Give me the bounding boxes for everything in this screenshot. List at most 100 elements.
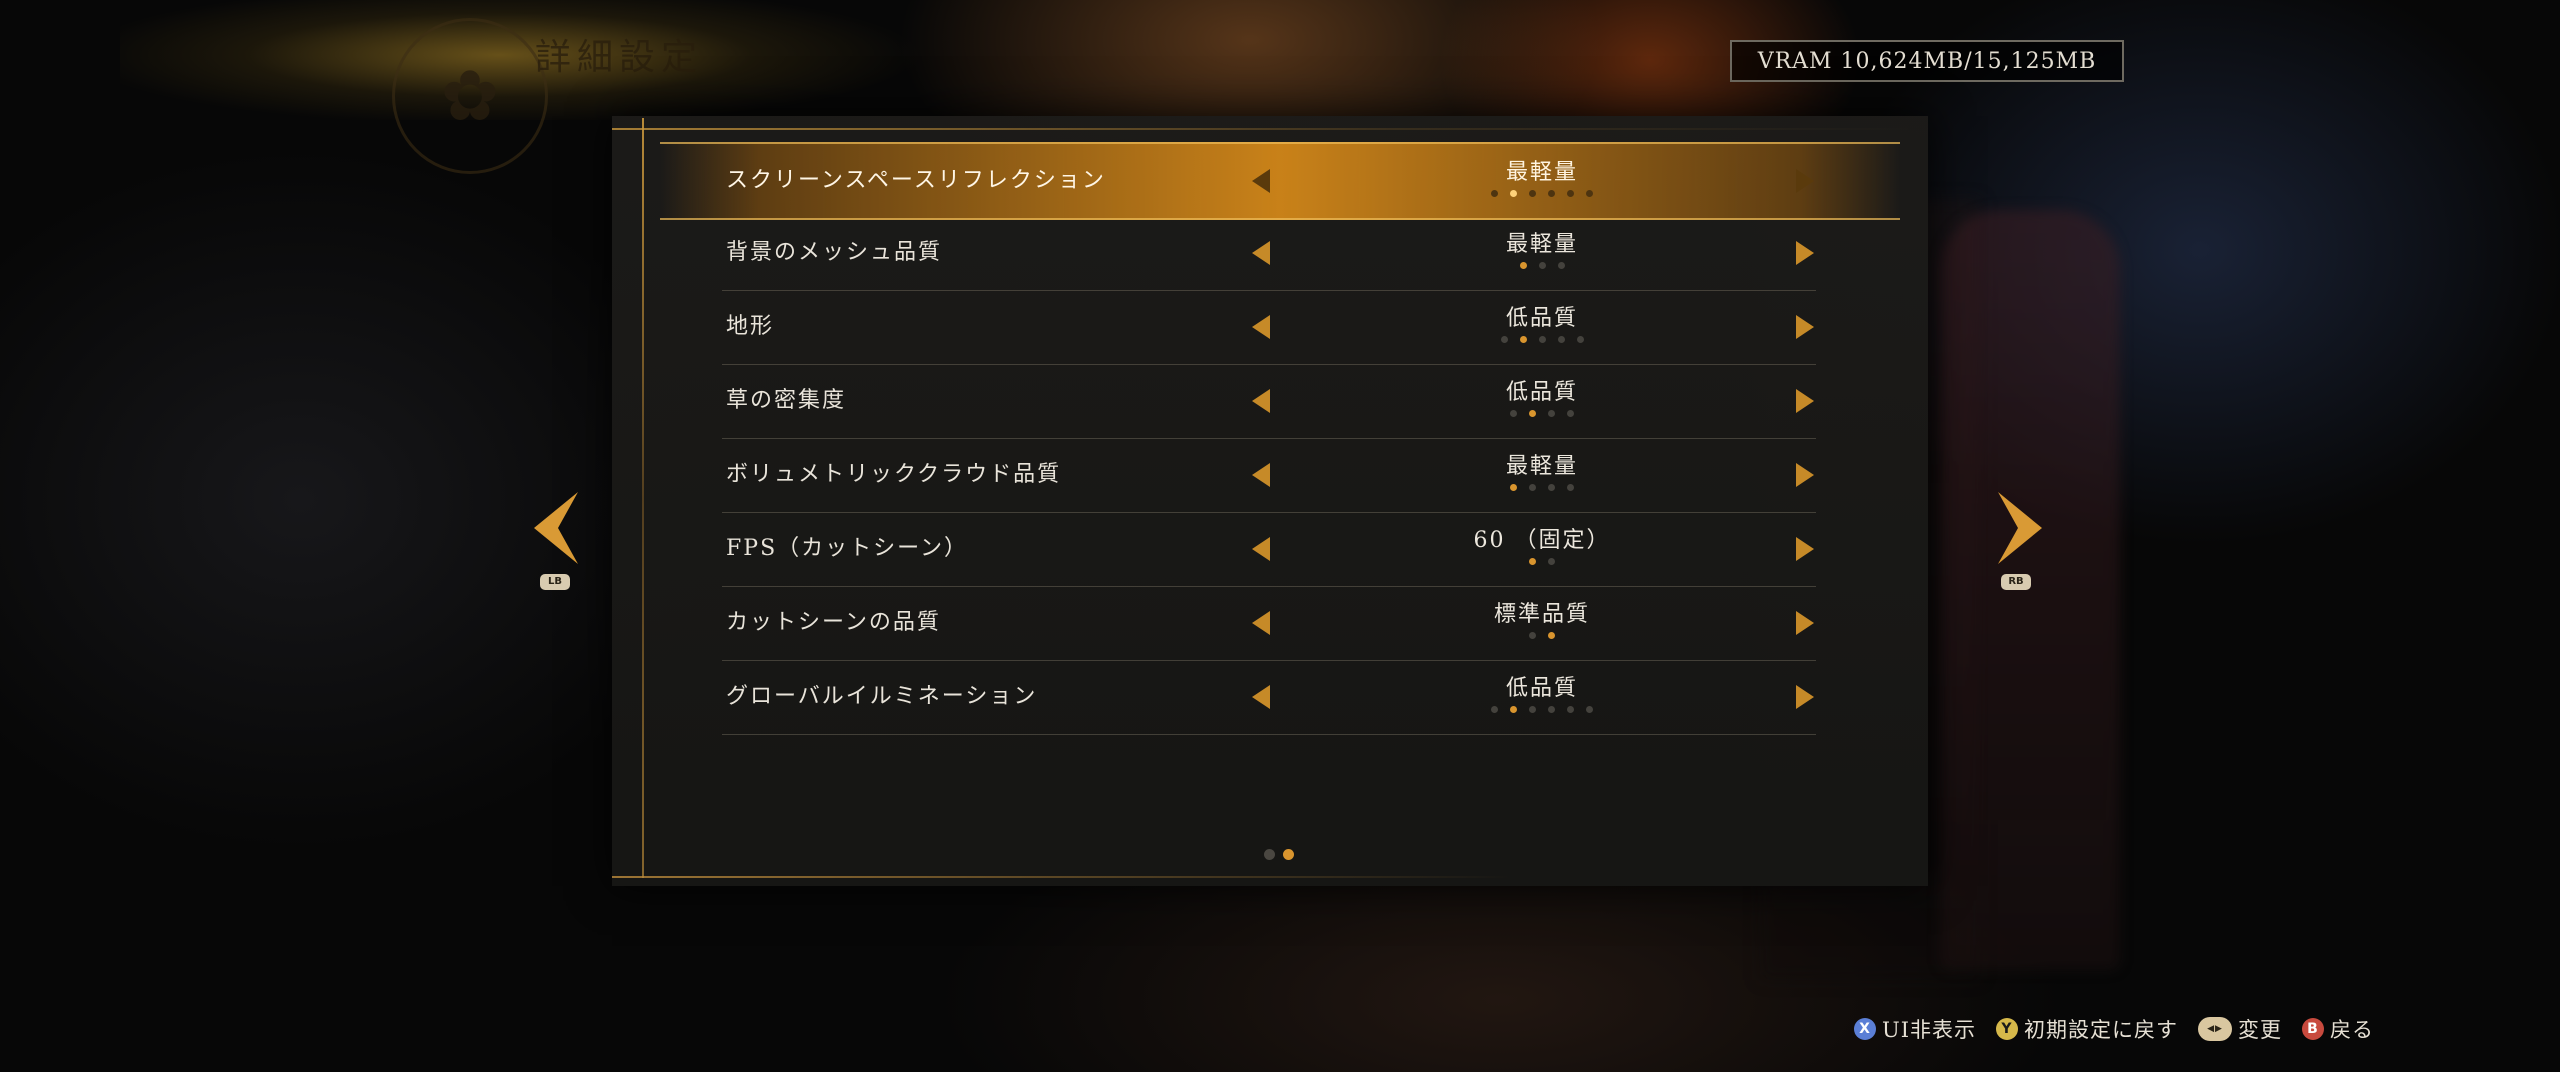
background-character: [1940, 210, 2120, 970]
setting-row[interactable]: 背景のメッシュ品質 最軽量: [722, 216, 1816, 291]
level-dot: [1567, 410, 1574, 417]
page-dot[interactable]: [1264, 849, 1275, 860]
setting-value: 最軽量: [1505, 160, 1578, 185]
panel-left-border: [642, 118, 644, 878]
increase-arrow-icon[interactable]: [1796, 169, 1814, 193]
setting-row[interactable]: スクリーンスペースリフレクション 最軽量: [660, 142, 1900, 220]
change-label: 変更: [2238, 1018, 2282, 1042]
level-dot: [1586, 706, 1593, 713]
increase-arrow-icon[interactable]: [1796, 685, 1814, 709]
page-dot-current[interactable]: [1283, 849, 1294, 860]
b-button-icon: B: [2302, 1018, 2324, 1040]
prev-page-button[interactable]: [528, 488, 588, 568]
level-dot-active: [1529, 410, 1536, 417]
panel-bottom-border: [612, 876, 1512, 878]
level-dot: [1491, 706, 1498, 713]
level-indicator: [1402, 558, 1682, 565]
hide-ui-label: UI非表示: [1882, 1018, 1976, 1042]
setting-row[interactable]: カットシーンの品質 標準品質: [722, 586, 1816, 661]
y-button-icon: Y: [1996, 1018, 2018, 1040]
level-dot: [1548, 706, 1555, 713]
level-dot: [1538, 336, 1546, 343]
level-dot: [1500, 336, 1508, 343]
increase-arrow-icon[interactable]: [1796, 241, 1814, 265]
setting-label: 背景のメッシュ品質: [726, 240, 943, 265]
decrease-arrow-icon[interactable]: [1252, 315, 1270, 339]
level-dot: [1576, 336, 1584, 343]
level-dot-active: [1548, 632, 1555, 639]
setting-label: カットシーンの品質: [726, 610, 941, 635]
level-dot-active: [1510, 190, 1517, 197]
level-indicator: [1402, 484, 1682, 491]
level-indicator: [1402, 632, 1682, 639]
decrease-arrow-icon[interactable]: [1252, 463, 1270, 487]
setting-value: 標準品質: [1493, 602, 1590, 627]
level-indicator: [1402, 706, 1682, 713]
level-dot: [1548, 410, 1555, 417]
button-hints: X UI非表示 Y 初期設定に戻す ◀▶ 変更 B 戻る: [1854, 1014, 2374, 1044]
level-dot-active: [1529, 558, 1536, 565]
decrease-arrow-icon[interactable]: [1252, 169, 1270, 193]
level-indicator: [1402, 410, 1682, 417]
change-hint[interactable]: ◀▶ 変更: [2198, 1014, 2282, 1044]
setting-value: 低品質: [1505, 676, 1578, 701]
panel-top-border: [612, 128, 1912, 130]
level-indicator: [1402, 336, 1682, 343]
increase-arrow-icon[interactable]: [1796, 463, 1814, 487]
level-dot: [1567, 706, 1574, 713]
setting-value: 最軽量: [1505, 454, 1578, 479]
level-dot: [1529, 190, 1536, 197]
chevron-right-icon: [1998, 492, 2042, 564]
setting-row[interactable]: グローバルイルミネーション 低品質: [722, 660, 1816, 735]
level-indicator: [1402, 262, 1682, 269]
increase-arrow-icon[interactable]: [1796, 389, 1814, 413]
level-dot: [1586, 190, 1593, 197]
setting-label: FPS（カットシーン）: [726, 536, 969, 561]
level-dot: [1529, 484, 1536, 491]
decrease-arrow-icon[interactable]: [1252, 537, 1270, 561]
reset-defaults-hint[interactable]: Y 初期設定に戻す: [1996, 1014, 2178, 1044]
increase-arrow-icon[interactable]: [1796, 315, 1814, 339]
decrease-arrow-icon[interactable]: [1252, 241, 1270, 265]
level-dot: [1529, 706, 1536, 713]
reset-defaults-label: 初期設定に戻す: [2024, 1018, 2178, 1042]
decrease-arrow-icon[interactable]: [1252, 389, 1270, 413]
setting-value: 最軽量: [1505, 232, 1578, 257]
setting-row[interactable]: FPS（カットシーン） 60 （固定）: [722, 512, 1816, 587]
level-dot-active: [1510, 484, 1517, 491]
decrease-arrow-icon[interactable]: [1252, 685, 1270, 709]
back-label: 戻る: [2330, 1018, 2374, 1042]
level-dot: [1548, 484, 1555, 491]
setting-value: 60 （固定）: [1473, 528, 1611, 553]
chevron-left-icon: [534, 492, 578, 564]
level-dot-active: [1519, 336, 1527, 343]
level-dot: [1557, 336, 1565, 343]
setting-label: ボリュメトリッククラウド品質: [726, 462, 1062, 487]
hide-ui-hint[interactable]: X UI非表示: [1854, 1014, 1976, 1044]
back-hint[interactable]: B 戻る: [2302, 1014, 2374, 1044]
game-screen: ✿ 詳細設定 VRAM 10,624MB/15,125MB スクリーンスペースリ…: [0, 0, 2560, 1072]
increase-arrow-icon[interactable]: [1796, 537, 1814, 561]
clan-emblem-icon: ✿: [392, 18, 548, 174]
setting-label: 地形: [726, 314, 775, 339]
next-page-button[interactable]: [1988, 488, 2048, 568]
level-dot-active: [1510, 706, 1517, 713]
setting-value: 低品質: [1505, 306, 1578, 331]
level-dot: [1529, 632, 1536, 639]
level-dot: [1557, 262, 1565, 269]
rb-badge: RB: [2001, 574, 2031, 590]
lb-badge: LB: [540, 574, 570, 590]
level-dot: [1548, 190, 1555, 197]
decrease-arrow-icon[interactable]: [1252, 611, 1270, 635]
level-indicator: [1402, 190, 1682, 197]
x-button-icon: X: [1854, 1018, 1876, 1040]
page-title: 詳細設定: [535, 37, 704, 78]
setting-row[interactable]: 草の密集度 低品質: [722, 364, 1816, 439]
setting-label: スクリーンスペースリフレクション: [726, 168, 1106, 193]
setting-row[interactable]: ボリュメトリッククラウド品質 最軽量: [722, 438, 1816, 513]
dpad-icon: ◀▶: [2198, 1017, 2232, 1041]
level-dot: [1548, 558, 1555, 565]
level-dot: [1491, 190, 1498, 197]
setting-row[interactable]: 地形 低品質: [722, 290, 1816, 365]
increase-arrow-icon[interactable]: [1796, 611, 1814, 635]
